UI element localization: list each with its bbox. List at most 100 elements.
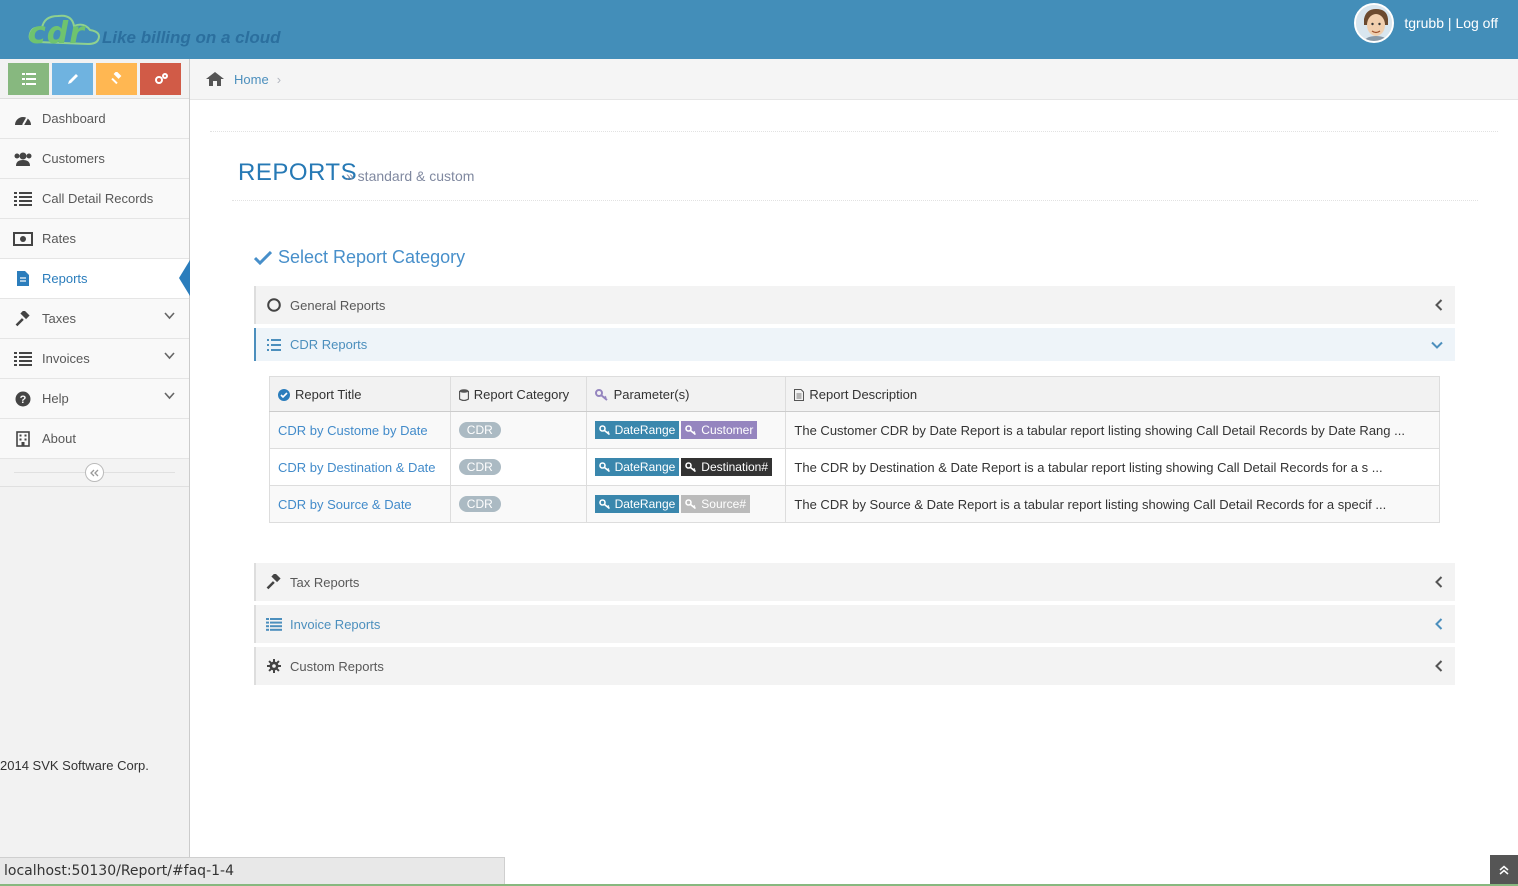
sidebar-item-customers[interactable]: Customers [0, 139, 189, 179]
money-icon [12, 230, 34, 248]
category-label: Invoice Reports [290, 616, 381, 632]
param-tag: DateRange [594, 458, 680, 476]
scroll-to-top-button[interactable] [1490, 855, 1518, 884]
column-header-parameters[interactable]: Parameter(s) [586, 376, 787, 412]
param-tag-label: DateRange [614, 460, 676, 474]
list-icon [266, 337, 282, 353]
table-header-row: Report Title Report Category Parameter(s… [269, 376, 1440, 412]
logoff-link[interactable]: Log off [1455, 15, 1498, 31]
category-badge: CDR [458, 496, 501, 512]
sidebar-item-reports[interactable]: Reports [0, 259, 190, 299]
breadcrumb-home-link[interactable]: Home [234, 72, 269, 87]
sidebar-collapse-button[interactable] [85, 463, 104, 482]
list-icon [12, 190, 34, 208]
circle-icon [266, 297, 282, 313]
sidebar-item-label: Help [42, 391, 69, 406]
avatar[interactable] [1354, 3, 1395, 43]
category-custom-reports[interactable]: Custom Reports [254, 647, 1455, 685]
users-icon [12, 150, 34, 168]
param-tag: Source# [681, 495, 750, 513]
category-badge: CDR [458, 459, 501, 475]
logo-text: cdr [28, 16, 86, 51]
file-text-icon [794, 389, 805, 402]
question-icon: ? [12, 390, 34, 408]
section-title: Select Report Category [254, 247, 465, 268]
shortcut-list-button[interactable] [8, 62, 49, 95]
breadcrumb-separator-icon: › [276, 71, 282, 87]
column-header-report-title[interactable]: Report Title [269, 376, 451, 412]
report-description: The Customer CDR by Date Report is a tab… [785, 411, 1440, 449]
list-icon [12, 350, 34, 368]
sidebar-item-label: About [42, 431, 76, 446]
column-header-label: Report Description [809, 386, 918, 402]
file-icon [12, 270, 34, 288]
table-row: CDR by Source & Date CDR DateRange Source… [269, 485, 1440, 523]
category-label: Custom Reports [290, 658, 384, 674]
key-icon [594, 389, 609, 401]
sidebar-item-label: Reports [42, 271, 88, 286]
sidebar-item-call-detail-records[interactable]: Call Detail Records [0, 179, 189, 219]
category-tax-reports[interactable]: Tax Reports [254, 563, 1455, 601]
sidebar-item-label: Dashboard [42, 111, 106, 126]
key-icon [598, 462, 610, 472]
shortcut-gavel-button[interactable] [96, 62, 137, 95]
report-description: The CDR by Destination & Date Report is … [785, 448, 1440, 486]
column-header-label: Report Category [473, 386, 570, 402]
column-header-report-category[interactable]: Report Category [450, 376, 587, 412]
main-content: REPORTS » standard & custom Select Repor… [190, 100, 1518, 856]
category-invoice-reports[interactable]: Invoice Reports [254, 605, 1455, 643]
report-title-link[interactable]: CDR by Custome by Date [278, 423, 428, 438]
shortcut-cogs-button[interactable] [140, 62, 181, 95]
category-general-reports[interactable]: General Reports [254, 286, 1455, 324]
param-tag-label: Customer [701, 423, 754, 437]
key-icon [685, 462, 697, 472]
gavel-icon [12, 310, 34, 328]
report-title-link[interactable]: CDR by Source & Date [278, 497, 412, 512]
user-avatar-icon [1356, 5, 1393, 41]
category-badge: CDR [458, 422, 501, 438]
param-tag-label: DateRange [614, 423, 676, 437]
key-icon [685, 499, 697, 509]
double-chevron-up-icon [1499, 865, 1509, 875]
page-subtitle: » standard & custom [346, 168, 475, 184]
cog-icon [266, 658, 282, 674]
check-icon [254, 250, 272, 265]
chevron-down-icon [164, 311, 175, 323]
top-navbar: cdr Like billing on a cloud tgrubb | Log… [0, 0, 1518, 59]
key-icon [598, 425, 610, 435]
reports-table: Report Title Report Category Parameter(s… [269, 376, 1440, 523]
list-icon [266, 616, 282, 632]
chevron-left-icon [1435, 618, 1443, 630]
param-tag: DateRange [594, 421, 680, 439]
shortcut-bar [0, 59, 189, 99]
sidebar-item-help[interactable]: ? Help [0, 379, 189, 419]
sidebar-item-label: Rates [42, 231, 76, 246]
username[interactable]: tgrubb [1404, 15, 1444, 31]
sidebar-item-taxes[interactable]: Taxes [0, 299, 189, 339]
section-title-text: Select Report Category [278, 247, 466, 267]
divider [210, 131, 1498, 132]
param-tag-label: Destination# [701, 460, 769, 474]
chevron-left-icon [1435, 576, 1443, 588]
sidebar-item-invoices[interactable]: Invoices [0, 339, 189, 379]
pencil-icon [67, 73, 78, 84]
sidebar-item-about[interactable]: About [0, 419, 189, 459]
shortcut-pencil-button[interactable] [52, 62, 93, 95]
check-circle-icon [278, 389, 290, 402]
column-header-report-description[interactable]: Report Description [785, 376, 1440, 412]
report-title-link[interactable]: CDR by Destination & Date [278, 460, 436, 475]
home-icon [206, 72, 224, 86]
category-cdr-reports[interactable]: CDR Reports [254, 328, 1455, 361]
chevron-down-icon [164, 391, 175, 403]
category-label: General Reports [290, 297, 386, 313]
page-header: REPORTS » standard & custom [232, 155, 1478, 201]
category-label: CDR Reports [290, 337, 368, 352]
sidebar-item-label: Call Detail Records [42, 191, 154, 206]
chevron-left-icon [1435, 299, 1443, 311]
page-title: REPORTS [238, 159, 358, 186]
sidebar-item-dashboard[interactable]: Dashboard [0, 99, 189, 139]
param-tag: DateRange [594, 495, 680, 513]
sidebar-item-rates[interactable]: Rates [0, 219, 189, 259]
key-icon [685, 425, 697, 435]
category-label: Tax Reports [290, 574, 360, 590]
